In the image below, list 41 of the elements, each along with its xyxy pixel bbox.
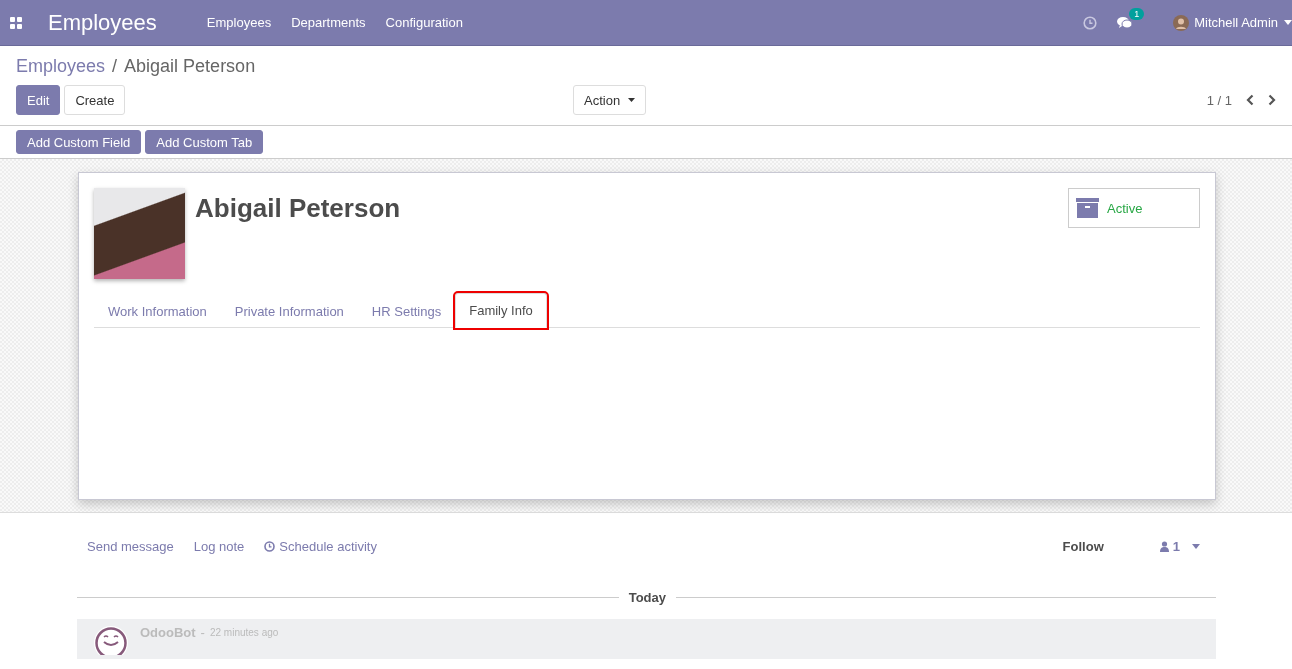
tab[interactable]: Family Info xyxy=(455,293,547,328)
smiley-avatar-icon xyxy=(93,625,129,655)
previous-icon[interactable] xyxy=(1246,94,1254,106)
menu-item[interactable]: Employees xyxy=(206,15,272,30)
tab[interactable]: Work Information xyxy=(94,293,221,328)
chatter-action-link[interactable]: Log note xyxy=(193,538,245,554)
caret-icon xyxy=(628,98,636,102)
studio-button[interactable]: Add Custom Field xyxy=(16,130,142,154)
menu-item[interactable]: Configuration xyxy=(385,15,463,30)
breadcrumb-link[interactable]: Employees xyxy=(16,56,106,77)
clock-icon[interactable] xyxy=(264,540,276,552)
action-dropdown[interactable]: Action xyxy=(573,85,647,115)
menu-item[interactable]: Departments xyxy=(291,15,366,30)
next-icon[interactable] xyxy=(1268,94,1276,106)
chatter-action-link[interactable]: Send message xyxy=(87,538,174,554)
app-title[interactable]: Employees xyxy=(48,9,157,36)
followers-button[interactable]: 1 xyxy=(1153,537,1206,555)
tab[interactable]: Private Information xyxy=(220,293,358,328)
tab[interactable]: HR Settings xyxy=(357,293,456,328)
breadcrumb-current: Abigail Peterson xyxy=(124,56,256,77)
caret-icon xyxy=(1192,543,1200,549)
user-avatar-icon[interactable] xyxy=(1173,14,1190,31)
follow-button[interactable]: Follow xyxy=(1056,537,1110,555)
clock-icon[interactable] xyxy=(1083,15,1098,30)
chat-bubbles-icon[interactable] xyxy=(1117,15,1134,30)
message-count-badge: 1 xyxy=(1129,7,1145,20)
pager-value: 1 / 1 xyxy=(1206,92,1232,108)
breadcrumb-separator: / xyxy=(112,56,118,77)
archive-box-icon xyxy=(1076,198,1099,218)
user-menu[interactable]: Mitchell Admin xyxy=(1194,15,1278,30)
message-separator: - xyxy=(200,625,205,640)
edit-button[interactable]: Edit xyxy=(16,85,61,115)
date-separator: Today xyxy=(628,589,666,605)
active-toggle-button[interactable]: Active xyxy=(1068,188,1200,228)
chatter-action-link[interactable]: Schedule activity xyxy=(279,538,377,554)
studio-button[interactable]: Add Custom Tab xyxy=(145,130,264,154)
caret-icon[interactable] xyxy=(1284,20,1292,25)
apps-grid-icon[interactable] xyxy=(10,16,22,29)
person-icon xyxy=(1159,540,1169,552)
create-button[interactable]: Create xyxy=(64,85,126,115)
employee-name: Abigail Peterson xyxy=(195,193,401,224)
